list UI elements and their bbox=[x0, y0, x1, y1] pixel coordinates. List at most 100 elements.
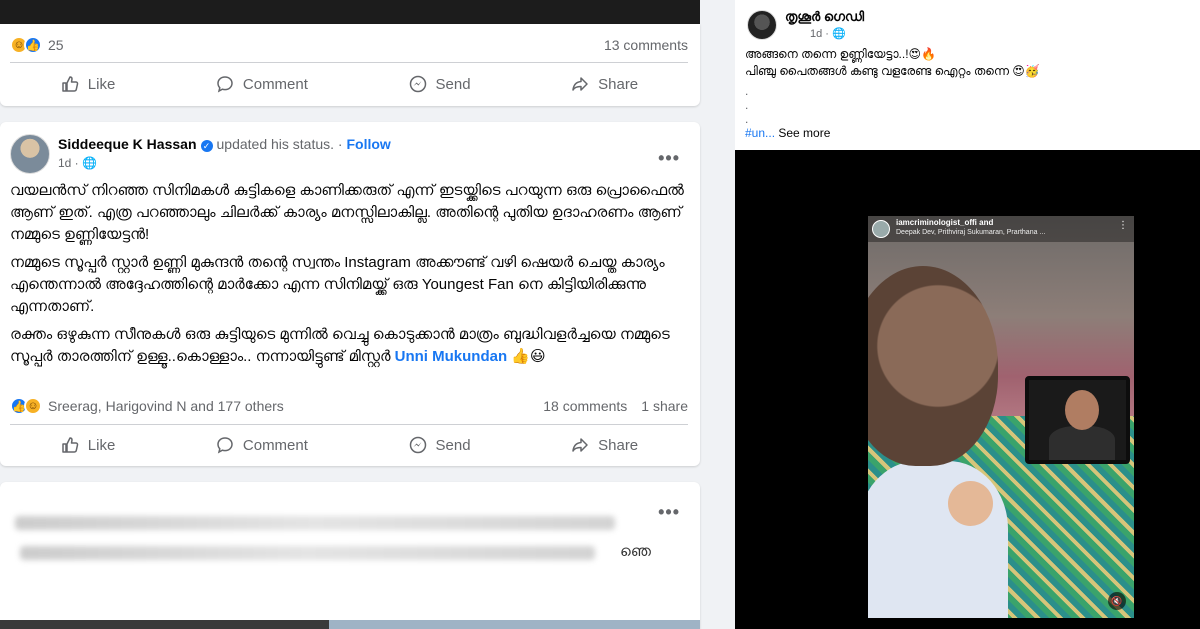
share-label: Share bbox=[598, 75, 639, 93]
actor-shirt bbox=[1049, 426, 1115, 460]
ig-avatar[interactable] bbox=[872, 220, 890, 238]
post-options-icon[interactable]: ••• bbox=[658, 502, 680, 523]
reaction-stats: 👍 ☺ Sreerag, Harigovind N and 177 others… bbox=[10, 395, 688, 417]
send-button[interactable]: Send bbox=[408, 435, 471, 455]
messenger-icon bbox=[409, 436, 426, 454]
like-reaction-icon: 👍 bbox=[24, 36, 42, 54]
thumbs-up-icon bbox=[62, 437, 79, 453]
baby-body bbox=[868, 461, 1008, 618]
comment-count[interactable]: 18 comments bbox=[543, 398, 627, 414]
post-paragraph-3-text: രക്തം ഒഴുകുന്ന സീനുകൾ ഒരു കുട്ടിയുടെ മുന… bbox=[10, 326, 670, 365]
share-label: Share bbox=[598, 436, 639, 454]
baby-head bbox=[868, 266, 998, 466]
reaction-stats: ☺ 👍 25 13 comments bbox=[10, 34, 688, 56]
post-time[interactable]: 1d · bbox=[810, 28, 832, 40]
share-icon bbox=[572, 438, 588, 452]
reacted-by[interactable]: Sreerag, Harigovind N and 177 others bbox=[48, 398, 284, 414]
like-button[interactable]: Like bbox=[60, 435, 116, 455]
next-post-media[interactable] bbox=[0, 620, 700, 629]
baby-in-video bbox=[868, 246, 1013, 618]
partial-text: ഞെ bbox=[620, 543, 651, 560]
follow-link[interactable]: Follow bbox=[346, 136, 390, 152]
post-meta: 1d · 🌐 bbox=[810, 27, 846, 40]
comment-button[interactable]: Comment bbox=[215, 435, 308, 455]
ig-more-icon[interactable]: ⋮ bbox=[1118, 220, 1128, 231]
mention-link[interactable]: Unni Mukundan bbox=[395, 348, 508, 365]
author-avatar[interactable] bbox=[747, 10, 777, 40]
actor-face bbox=[1065, 390, 1099, 430]
author-line: Siddeeque K Hassan ✓ updated his status. ·… bbox=[58, 136, 391, 152]
haha-reaction-icon: ☺ bbox=[24, 397, 42, 415]
post-meta: 1d · 🌐 bbox=[58, 156, 97, 170]
author-avatar[interactable] bbox=[10, 134, 50, 174]
facebook-screenshot: ☺ 👍 25 13 comments Like Comment Send Sha… bbox=[0, 0, 1200, 629]
see-more-link[interactable]: See more bbox=[778, 126, 830, 140]
side-post: തൃശൂർ ഗെഡി 1d · 🌐 അങ്ങനെ തന്നെ ഉണ്ണിയേട്… bbox=[735, 0, 1200, 629]
status-text: updated his status. bbox=[216, 136, 335, 152]
comment-count[interactable]: 13 comments bbox=[604, 37, 688, 53]
comment-label: Comment bbox=[242, 436, 308, 454]
video-player[interactable]: iamcriminologist_offi and Deepak Dev, Pr… bbox=[735, 150, 1200, 629]
side-post-line-2: പിഞ്ചു പൈതങ്ങൾ കണ്ടു വളരേണ്ട ഐറ്റം തന്നെ… bbox=[745, 64, 1040, 78]
comment-icon bbox=[217, 76, 233, 93]
send-label: Send bbox=[435, 436, 471, 454]
verified-badge-icon: ✓ bbox=[200, 140, 213, 152]
instagram-reel-video[interactable]: iamcriminologist_offi and Deepak Dev, Pr… bbox=[868, 216, 1134, 618]
dot-line: . bbox=[745, 112, 749, 126]
separator: · bbox=[334, 136, 347, 152]
mute-icon[interactable]: 🔇 bbox=[1108, 592, 1126, 610]
post-paragraph-1: വയലൻസ് നിറഞ്ഞ സിനിമകൾ കുട്ടികളെ കാണിക്കര… bbox=[10, 182, 684, 243]
share-button[interactable]: Share bbox=[570, 74, 638, 94]
divider bbox=[10, 62, 688, 63]
messenger-icon bbox=[409, 75, 426, 93]
post-text: വയലൻസ് നിറഞ്ഞ സിനിമകൾ കുട്ടികളെ കാണിക്കര… bbox=[10, 180, 686, 374]
globe-icon: 🌐 bbox=[832, 28, 846, 40]
ig-audio-credits: Deepak Dev, Prithviraj Sukumaran, Prarth… bbox=[896, 229, 1046, 236]
blurred-text bbox=[15, 516, 615, 530]
send-button[interactable]: Send bbox=[408, 74, 471, 94]
emoji-tail: 👍😃 bbox=[511, 348, 546, 365]
hashtag-link[interactable]: #un... bbox=[745, 126, 775, 140]
author-name[interactable]: തൃശൂർ ഗെഡി bbox=[785, 9, 864, 25]
phone-screen-in-video bbox=[1025, 376, 1130, 464]
like-label: Like bbox=[87, 436, 116, 454]
action-bar: Like Comment Send Share bbox=[10, 427, 688, 463]
news-feed: ☺ 👍 25 13 comments Like Comment Send Sha… bbox=[0, 0, 700, 629]
share-icon bbox=[572, 77, 588, 91]
previous-post-footer: ☺ 👍 25 13 comments Like Comment Send Sha… bbox=[0, 24, 700, 106]
ig-username[interactable]: iamcriminologist_offi and bbox=[896, 218, 993, 227]
share-button[interactable]: Share bbox=[570, 435, 638, 455]
post-options-icon[interactable]: ••• bbox=[658, 148, 680, 169]
see-more-line: #un... See more bbox=[745, 126, 830, 140]
side-post-text: അങ്ങനെ തന്നെ ഉണ്ണിയേട്ടാ..!😍🔥 പിഞ്ചു പൈത… bbox=[745, 46, 1190, 80]
comment-button[interactable]: Comment bbox=[215, 74, 308, 94]
share-count[interactable]: 1 share bbox=[641, 398, 688, 414]
comment-label: Comment bbox=[242, 75, 308, 93]
like-label: Like bbox=[87, 75, 116, 93]
reaction-icons[interactable]: ☺ 👍 bbox=[10, 36, 42, 54]
globe-icon: 🌐 bbox=[82, 156, 97, 170]
like-button[interactable]: Like bbox=[60, 74, 116, 94]
send-label: Send bbox=[435, 75, 471, 93]
baby-hands bbox=[948, 481, 993, 526]
instagram-header: iamcriminologist_offi and Deepak Dev, Pr… bbox=[868, 216, 1134, 242]
dot-line: . bbox=[745, 84, 749, 98]
post-time[interactable]: 1d · bbox=[58, 156, 82, 170]
previous-post-media[interactable] bbox=[0, 0, 700, 24]
side-post-card: തൃശൂർ ഗെഡി 1d · 🌐 അങ്ങനെ തന്നെ ഉണ്ണിയേട്… bbox=[735, 0, 1200, 150]
post-paragraph-2: നമ്മുടെ സൂപ്പർ സ്റ്റാർ ഉണ്ണി മുകുന്ദൻ തന… bbox=[10, 254, 665, 315]
main-post: Siddeeque K Hassan ✓ updated his status. ·… bbox=[0, 122, 700, 466]
reaction-icons[interactable]: 👍 ☺ bbox=[10, 397, 42, 415]
divider bbox=[10, 424, 688, 425]
blurred-text bbox=[20, 546, 595, 560]
dot-line: . bbox=[745, 98, 749, 112]
next-post: ••• ഞെ bbox=[0, 482, 700, 629]
author-name[interactable]: Siddeeque K Hassan bbox=[58, 136, 197, 152]
action-bar: Like Comment Send Share bbox=[10, 66, 688, 102]
post-paragraph-3: രക്തം ഒഴുകുന്ന സീനുകൾ ഒരു കുട്ടിയുടെ മുന… bbox=[10, 324, 686, 368]
comment-icon bbox=[217, 437, 233, 454]
reaction-count[interactable]: 25 bbox=[48, 37, 64, 53]
post-header: Siddeeque K Hassan ✓ updated his status. ·… bbox=[10, 134, 688, 176]
side-post-line-1: അങ്ങനെ തന്നെ ഉണ്ണിയേട്ടാ..!😍🔥 bbox=[745, 47, 936, 61]
thumbs-up-icon bbox=[62, 76, 79, 92]
